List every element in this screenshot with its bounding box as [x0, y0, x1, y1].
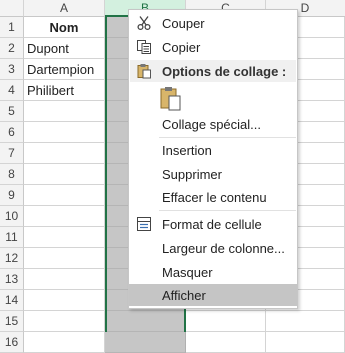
paste-options-label: Options de collage :: [162, 63, 287, 79]
cell-c[interactable]: [186, 311, 266, 332]
row-header[interactable]: 12: [0, 248, 24, 269]
menu-label-couper: Couper: [162, 15, 205, 31]
cell-c[interactable]: [186, 332, 266, 353]
context-menu: Couper Copier Options de collage : Colla…: [128, 9, 298, 309]
menu-item-afficher[interactable]: Afficher: [129, 284, 297, 306]
cell-a[interactable]: [24, 269, 105, 290]
cell-d[interactable]: [266, 311, 345, 332]
cell-a[interactable]: Dupont: [24, 38, 105, 59]
cell-a[interactable]: [24, 206, 105, 227]
cell-a[interactable]: [24, 227, 105, 248]
menu-item-effacer[interactable]: Effacer le contenu: [129, 186, 297, 208]
cell-a[interactable]: [24, 143, 105, 164]
cell-a[interactable]: [24, 164, 105, 185]
cell-a[interactable]: [24, 122, 105, 143]
menu-separator: [159, 210, 296, 211]
row-header[interactable]: 9: [0, 185, 24, 206]
row-header[interactable]: 6: [0, 122, 24, 143]
menu-label-copier: Copier: [162, 39, 201, 55]
menu-item-supprimer[interactable]: Supprimer: [129, 163, 297, 185]
cell-a[interactable]: [24, 248, 105, 269]
row-header[interactable]: 3: [0, 59, 24, 80]
format-cells-icon: [137, 217, 151, 231]
menu-label-collage-special: Collage spécial...: [162, 116, 261, 132]
cell-a[interactable]: [24, 290, 105, 311]
row-header[interactable]: 4: [0, 80, 24, 101]
menu-label-supprimer: Supprimer: [162, 166, 222, 182]
column-header-e[interactable]: [338, 0, 345, 17]
cell-a[interactable]: [24, 332, 105, 353]
scissors-icon: [137, 16, 151, 31]
paste-button[interactable]: [159, 86, 183, 112]
menu-item-copier[interactable]: Copier: [129, 36, 297, 58]
row-header[interactable]: 13: [0, 269, 24, 290]
menu-item-format-cellule[interactable]: Format de cellule: [129, 213, 297, 235]
row-header[interactable]: 2: [0, 38, 24, 59]
row-header[interactable]: 1: [0, 17, 24, 38]
paste-icon: [160, 87, 181, 111]
row-header[interactable]: 7: [0, 143, 24, 164]
menu-item-couper[interactable]: Couper: [129, 12, 297, 34]
menu-label-largeur-colonne: Largeur de colonne...: [162, 240, 285, 256]
row-header[interactable]: 11: [0, 227, 24, 248]
menu-label-format-cellule: Format de cellule: [162, 216, 262, 232]
cell-a[interactable]: [24, 185, 105, 206]
menu-separator: [159, 137, 296, 138]
column-header-a[interactable]: A: [24, 0, 105, 17]
cell-a[interactable]: Nom: [24, 17, 105, 38]
row-header[interactable]: 8: [0, 164, 24, 185]
menu-label-masquer: Masquer: [162, 264, 213, 280]
cell-b[interactable]: [105, 311, 186, 332]
row-header[interactable]: 10: [0, 206, 24, 227]
cell-a[interactable]: Philibert: [24, 80, 105, 101]
cell-a[interactable]: [24, 311, 105, 332]
row-header[interactable]: 15: [0, 311, 24, 332]
select-all-corner[interactable]: [0, 0, 24, 17]
cell-a[interactable]: Dartempion: [24, 59, 105, 80]
copy-icon: [137, 40, 151, 54]
paste-options-section: Options de collage :: [130, 60, 296, 82]
menu-item-largeur-colonne[interactable]: Largeur de colonne...: [129, 237, 297, 259]
menu-item-insertion[interactable]: Insertion: [129, 139, 297, 161]
cell-a[interactable]: [24, 101, 105, 122]
cell-d[interactable]: [266, 332, 345, 353]
menu-label-afficher: Afficher: [162, 287, 206, 303]
row-header[interactable]: 5: [0, 101, 24, 122]
row-header[interactable]: 14: [0, 290, 24, 311]
menu-label-insertion: Insertion: [162, 142, 212, 158]
menu-item-masquer[interactable]: Masquer: [129, 261, 297, 283]
row-header[interactable]: 16: [0, 332, 24, 353]
cell-b[interactable]: [105, 332, 186, 353]
clipboard-icon: [137, 64, 151, 79]
menu-label-effacer: Effacer le contenu: [162, 189, 267, 205]
menu-item-collage-special[interactable]: Collage spécial...: [129, 113, 297, 135]
